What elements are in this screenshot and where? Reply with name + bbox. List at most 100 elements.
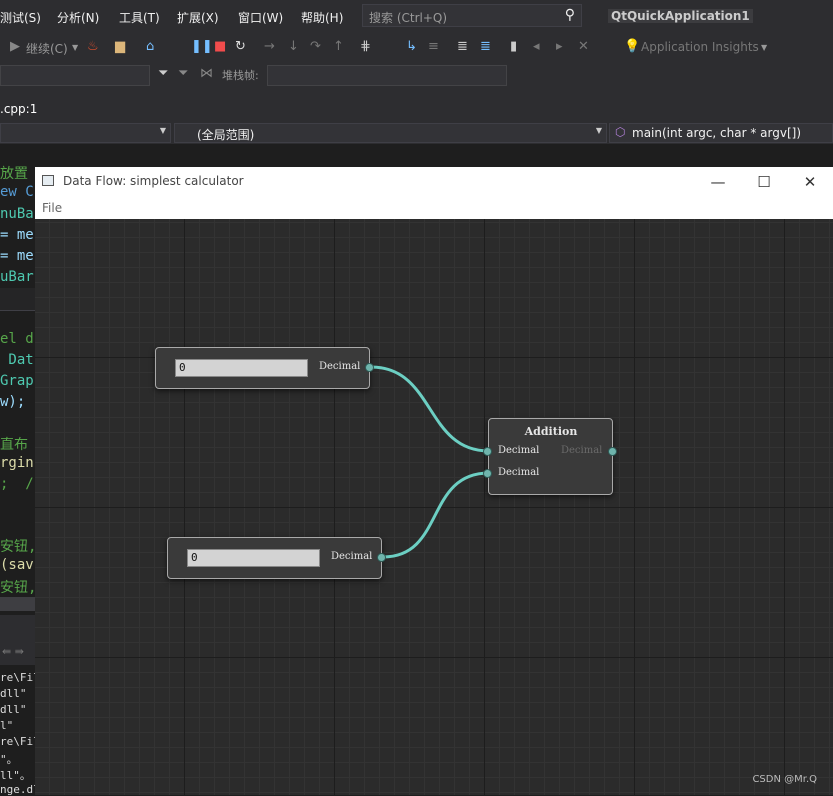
output-line: re\Fil bbox=[0, 735, 40, 748]
addition-node[interactable]: Addition Decimal Decimal Decimal bbox=[483, 418, 617, 495]
code-line: 安钮, bbox=[0, 580, 37, 596]
number-input[interactable]: 0 bbox=[175, 359, 308, 377]
code-line: ew C bbox=[0, 184, 34, 200]
chevron-down-icon[interactable]: ▼ bbox=[72, 43, 78, 52]
output-line: ll"。 bbox=[0, 769, 31, 782]
code-line: rgin bbox=[0, 455, 34, 471]
output-line: re\Fil bbox=[0, 671, 40, 684]
thread-icon[interactable]: ↳ bbox=[406, 39, 417, 54]
code-line: w); bbox=[0, 394, 26, 410]
output-port-label: Decimal bbox=[331, 551, 373, 562]
app-menubar: File bbox=[35, 197, 833, 219]
tab-main-cpp[interactable]: .cpp:1 bbox=[0, 102, 37, 116]
output-line: dll" bbox=[0, 687, 27, 700]
stack-frame-label: 堆栈帧: bbox=[222, 69, 259, 82]
code-line: = me bbox=[0, 227, 34, 243]
code-line: uBar bbox=[0, 269, 34, 285]
application-insights-button[interactable]: Application Insights bbox=[641, 40, 759, 54]
restart-icon[interactable]: ↻ bbox=[235, 39, 246, 54]
scope-combo[interactable]: (全局范围) ▼ bbox=[174, 123, 607, 143]
output-align-icon[interactable]: ⇚ ⇛ bbox=[2, 645, 24, 658]
number-source-node[interactable]: 0 Decimal bbox=[155, 347, 374, 389]
bookmark-icon[interactable]: ▮ bbox=[510, 39, 517, 54]
number-input[interactable]: 0 bbox=[187, 549, 320, 567]
menu-window[interactable]: 窗口(W) bbox=[238, 9, 283, 26]
window-icon[interactable]: ⌂ bbox=[146, 39, 154, 54]
indent-icon[interactable]: ≣ bbox=[457, 39, 468, 54]
step-into-icon[interactable]: ↓ bbox=[288, 39, 299, 54]
output-port-label: Decimal bbox=[561, 445, 603, 456]
minimize-button[interactable]: — bbox=[698, 170, 738, 194]
output-line: "。 bbox=[0, 753, 18, 766]
filter-clear-icon[interactable]: ⏷ bbox=[178, 66, 188, 81]
maximize-button[interactable]: ☐ bbox=[744, 170, 784, 194]
stack-frame-combo[interactable] bbox=[267, 65, 507, 86]
output-port[interactable] bbox=[608, 447, 617, 456]
editor-split bbox=[0, 288, 35, 311]
continue-button[interactable]: 继续(C) bbox=[26, 40, 68, 57]
menu-analyze[interactable]: 分析(N) bbox=[57, 9, 99, 26]
function-value: main(int argc, char * argv[]) bbox=[632, 126, 802, 140]
process-combo[interactable] bbox=[0, 65, 150, 86]
scope-value: (全局范围) bbox=[197, 128, 255, 142]
connection-input2-to-addition bbox=[382, 471, 490, 559]
app-title: Data Flow: simplest calculator bbox=[63, 174, 244, 188]
horizontal-scrollbar[interactable] bbox=[0, 597, 35, 611]
uncomment-icon[interactable]: ≣ bbox=[480, 39, 491, 54]
folder-icon[interactable]: ▆ bbox=[115, 39, 125, 54]
chevron-down-icon: ▼ bbox=[159, 126, 166, 135]
output-line: l" bbox=[0, 719, 14, 732]
pause-icon[interactable]: ❚❚ bbox=[191, 39, 213, 54]
insights-icon[interactable]: 💡 bbox=[624, 39, 640, 54]
vs-search-input[interactable]: 搜索 (Ctrl+Q) ⚲ bbox=[362, 4, 582, 27]
threads-icon[interactable]: ⋈ bbox=[200, 66, 213, 81]
project-name: QtQuickApplication1 bbox=[608, 9, 753, 23]
code-line: = me bbox=[0, 248, 34, 264]
app-titlebar[interactable]: Data Flow: simplest calculator — ☐ ✕ bbox=[35, 167, 833, 197]
hex-icon[interactable]: ⋕ bbox=[360, 39, 371, 54]
connections-layer bbox=[370, 365, 490, 559]
input-port[interactable] bbox=[483, 469, 492, 478]
clear-bookmarks-icon[interactable]: ✕ bbox=[578, 39, 589, 54]
app-window-icon bbox=[42, 175, 54, 186]
input-port-label: Decimal bbox=[498, 445, 540, 456]
next-bookmark-icon[interactable]: ▸ bbox=[556, 39, 563, 54]
function-combo[interactable]: ⬡ main(int argc, char * argv[]) bbox=[609, 123, 833, 143]
code-line: 放置 bbox=[0, 166, 28, 182]
output-line: nge.dl bbox=[0, 783, 40, 796]
location-toolbar: ⏷ ⏷ ⋈ 堆栈帧: bbox=[0, 62, 833, 90]
prev-bookmark-icon[interactable]: ◂ bbox=[533, 39, 540, 54]
flow-scene-canvas[interactable]: 0 Decimal 0 Decimal Addition Decimal Dec… bbox=[35, 219, 833, 795]
menu-tools[interactable]: 工具(T) bbox=[119, 9, 160, 26]
step-out-icon[interactable]: ↑ bbox=[333, 39, 344, 54]
output-line: dll" bbox=[0, 703, 27, 716]
menu-test[interactable]: 测试(S) bbox=[0, 9, 41, 26]
navigation-bar: ▼ (全局范围) ▼ ⬡ main(int argc, char * argv[… bbox=[0, 122, 833, 144]
menu-help[interactable]: 帮助(H) bbox=[301, 9, 343, 26]
output-port[interactable] bbox=[365, 363, 374, 372]
project-combo[interactable]: ▼ bbox=[0, 123, 171, 143]
code-line: Grap bbox=[0, 373, 34, 389]
number-source-node[interactable]: 0 Decimal bbox=[167, 537, 386, 579]
search-icon: ⚲ bbox=[564, 7, 575, 23]
chevron-down-icon: ▼ bbox=[595, 126, 602, 135]
input-port[interactable] bbox=[483, 447, 492, 456]
menu-extensions[interactable]: 扩展(X) bbox=[177, 9, 219, 26]
hot-reload-icon[interactable]: ♨ bbox=[87, 39, 99, 54]
output-port-label: Decimal bbox=[319, 361, 361, 372]
chevron-down-icon[interactable]: ▼ bbox=[761, 43, 767, 52]
filter-icon[interactable]: ⏷ bbox=[158, 66, 168, 81]
continue-icon[interactable]: ▶ bbox=[10, 39, 20, 54]
stop-icon[interactable]: ■ bbox=[214, 39, 226, 54]
code-line: ; / bbox=[0, 476, 34, 492]
close-button[interactable]: ✕ bbox=[790, 170, 830, 194]
menu-file[interactable]: File bbox=[42, 201, 62, 215]
document-tabs: .cpp:1 bbox=[0, 90, 833, 124]
step-over-icon[interactable]: ↷ bbox=[310, 39, 321, 54]
comment-icon[interactable]: ≡ bbox=[428, 39, 439, 54]
show-next-statement-icon[interactable]: → bbox=[264, 39, 275, 54]
output-port[interactable] bbox=[377, 553, 386, 562]
code-line: (sav bbox=[0, 557, 34, 573]
code-line: 安钮, bbox=[0, 539, 37, 555]
vs-menubar: 测试(S) 分析(N) 工具(T) 扩展(X) 窗口(W) 帮助(H) 搜索 (… bbox=[0, 0, 833, 33]
